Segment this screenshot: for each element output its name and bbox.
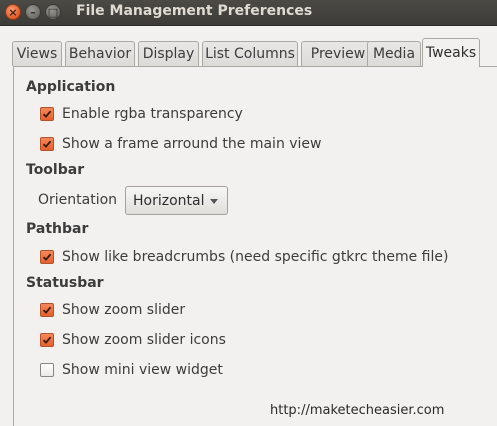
dropdown-arrow-icon	[210, 199, 218, 204]
option-mini-view-widget[interactable]: Show mini view widget	[40, 361, 223, 379]
checkbox-unchecked-icon[interactable]	[40, 363, 54, 377]
orientation-dropdown[interactable]: Horizontal	[125, 186, 228, 215]
option-frame-main-view[interactable]: Show a frame arround the main view	[40, 135, 322, 153]
checkbox-checked-icon[interactable]	[40, 107, 54, 121]
orientation-value: Horizontal	[133, 192, 205, 209]
checkbox-checked-icon[interactable]	[40, 333, 54, 347]
section-toolbar-heading: Toolbar	[26, 162, 85, 178]
option-label: Show zoom slider	[62, 302, 186, 318]
option-label: Enable rgba transparency	[62, 106, 243, 122]
orientation-label: Orientation	[38, 192, 118, 208]
option-label: Show zoom slider icons	[62, 332, 226, 348]
section-statusbar-heading: Statusbar	[26, 275, 104, 291]
section-application-heading: Application	[26, 79, 116, 95]
option-label: Show a frame arround the main view	[62, 136, 322, 152]
option-zoom-slider[interactable]: Show zoom slider	[40, 301, 185, 319]
checkbox-checked-icon[interactable]	[40, 250, 54, 264]
section-pathbar-heading: Pathbar	[26, 221, 89, 237]
option-zoom-slider-icons[interactable]: Show zoom slider icons	[40, 331, 226, 349]
option-label: Show like breadcrumbs (need specific gtk…	[62, 249, 449, 265]
option-label: Show mini view widget	[62, 362, 223, 378]
preferences-window: × – □ File Management Preferences Views …	[0, 0, 497, 426]
checkbox-checked-icon[interactable]	[40, 303, 54, 317]
tweaks-content: Application Enable rgba transparency Sho…	[0, 0, 497, 426]
watermark-url: http://maketecheasier.com	[270, 403, 445, 418]
checkbox-checked-icon[interactable]	[40, 137, 54, 151]
option-rgba-transparency[interactable]: Enable rgba transparency	[40, 105, 243, 123]
option-breadcrumbs[interactable]: Show like breadcrumbs (need specific gtk…	[40, 248, 448, 266]
